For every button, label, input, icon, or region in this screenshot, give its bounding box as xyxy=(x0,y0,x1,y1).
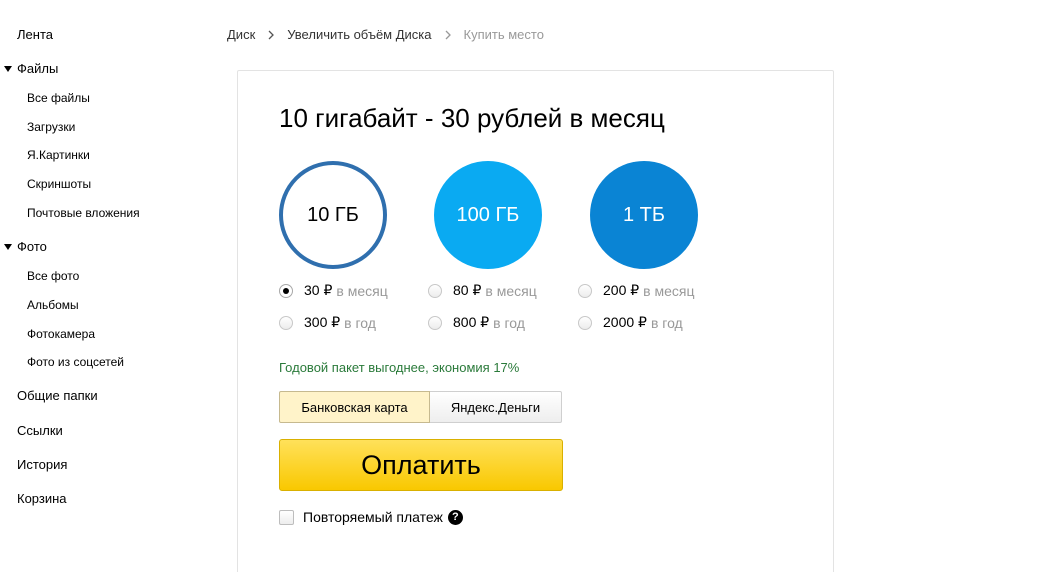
sidebar-group-label: Фото xyxy=(17,239,47,254)
radio-button[interactable] xyxy=(279,283,293,298)
main-content: Диск Увеличить объём Диска Купить место … xyxy=(205,0,1054,572)
sidebar-item-yandex-images[interactable]: Я.Картинки xyxy=(27,148,90,162)
sidebar-item-camera[interactable]: Фотокамера xyxy=(27,327,95,341)
option-price: 800 ₽ xyxy=(453,314,490,330)
sidebar: Лента Файлы Все файлы Загрузки Я.Картинк… xyxy=(0,0,205,572)
purchase-card: 10 гигабайт - 30 рублей в месяц 10 ГБ 10… xyxy=(237,70,834,572)
plan-10gb[interactable]: 10 ГБ xyxy=(279,161,387,269)
option-price: 300 ₽ xyxy=(304,314,341,330)
option-period: в год xyxy=(344,314,376,331)
page-title: 10 гигабайт - 30 рублей в месяц xyxy=(279,103,665,133)
sidebar-item-history[interactable]: История xyxy=(17,457,67,472)
sidebar-item-screenshots[interactable]: Скриншоты xyxy=(27,177,91,191)
plan-1tb[interactable]: 1 ТБ xyxy=(590,161,698,269)
sidebar-item-trash[interactable]: Корзина xyxy=(17,491,67,506)
option-10gb-yearly[interactable]: 300 ₽ в год xyxy=(279,314,376,331)
plan-label: 1 ТБ xyxy=(622,203,666,226)
radio-button[interactable] xyxy=(279,315,293,330)
option-period: в месяц xyxy=(336,282,388,299)
sidebar-item-all-photos[interactable]: Все фото xyxy=(27,269,79,283)
triangle-down-icon xyxy=(4,243,12,250)
payment-method-tabs: Банковская карта Яндекс.Деньги xyxy=(279,391,562,423)
sidebar-group-photo[interactable]: Фото xyxy=(4,239,47,254)
radio-button[interactable] xyxy=(578,315,592,330)
option-price: 30 ₽ xyxy=(304,282,333,298)
breadcrumb-increase-disk[interactable]: Увеличить объём Диска xyxy=(287,27,431,42)
option-100gb-monthly[interactable]: 80 ₽ в месяц xyxy=(428,282,537,299)
sidebar-item-feed[interactable]: Лента xyxy=(17,27,53,42)
chevron-right-icon xyxy=(266,28,276,42)
sidebar-item-downloads[interactable]: Загрузки xyxy=(27,120,75,134)
option-price: 80 ₽ xyxy=(453,282,482,298)
option-price: 2000 ₽ xyxy=(603,314,647,330)
radio-button[interactable] xyxy=(578,283,592,298)
sidebar-item-mail-attachments[interactable]: Почтовые вложения xyxy=(27,206,140,220)
option-10gb-monthly[interactable]: 30 ₽ в месяц xyxy=(279,282,388,299)
sidebar-item-links[interactable]: Ссылки xyxy=(17,423,63,438)
radio-button[interactable] xyxy=(428,283,442,298)
sidebar-group-label: Файлы xyxy=(17,61,59,76)
plan-label: 10 ГБ xyxy=(307,203,359,226)
question-circle-icon[interactable]: ? xyxy=(447,509,463,525)
radio-button[interactable] xyxy=(428,315,442,330)
tab-yandex-money[interactable]: Яндекс.Деньги xyxy=(430,391,562,423)
sidebar-item-social-photos[interactable]: Фото из соцсетей xyxy=(27,355,124,369)
option-period: в год xyxy=(493,314,525,331)
sidebar-group-files[interactable]: Файлы xyxy=(4,61,58,76)
option-period: в год xyxy=(650,314,683,331)
recurring-checkbox[interactable] xyxy=(279,509,294,525)
recurring-payment: Повторяемый платеж ? xyxy=(279,509,463,525)
triangle-down-icon xyxy=(4,65,12,72)
breadcrumb: Диск Увеличить объём Диска Купить место xyxy=(227,27,544,42)
tab-bank-card[interactable]: Банковская карта xyxy=(279,391,430,423)
option-1tb-yearly[interactable]: 2000 ₽ в год xyxy=(578,314,683,331)
option-price: 200 ₽ xyxy=(603,282,640,298)
app-root: Лента Файлы Все файлы Загрузки Я.Картинк… xyxy=(0,0,1054,572)
option-period: в месяц xyxy=(643,282,695,299)
option-1tb-monthly[interactable]: 200 ₽ в месяц xyxy=(578,282,695,299)
sidebar-item-albums[interactable]: Альбомы xyxy=(27,298,79,312)
breadcrumb-current: Купить место xyxy=(463,27,544,42)
recurring-label[interactable]: Повторяемый платеж xyxy=(303,509,443,525)
option-period: в месяц xyxy=(485,282,537,299)
plan-label: 100 ГБ xyxy=(456,203,520,226)
saving-note: Годовой пакет выгоднее, экономия 17% xyxy=(279,360,520,375)
option-100gb-yearly[interactable]: 800 ₽ в год xyxy=(428,314,525,331)
breadcrumb-disk[interactable]: Диск xyxy=(227,27,255,42)
sidebar-item-all-files[interactable]: Все файлы xyxy=(27,91,90,105)
sidebar-item-shared-folders[interactable]: Общие папки xyxy=(17,388,98,403)
chevron-right-icon xyxy=(443,28,453,42)
pay-button[interactable]: Оплатить xyxy=(279,439,563,491)
plan-100gb[interactable]: 100 ГБ xyxy=(434,161,542,269)
